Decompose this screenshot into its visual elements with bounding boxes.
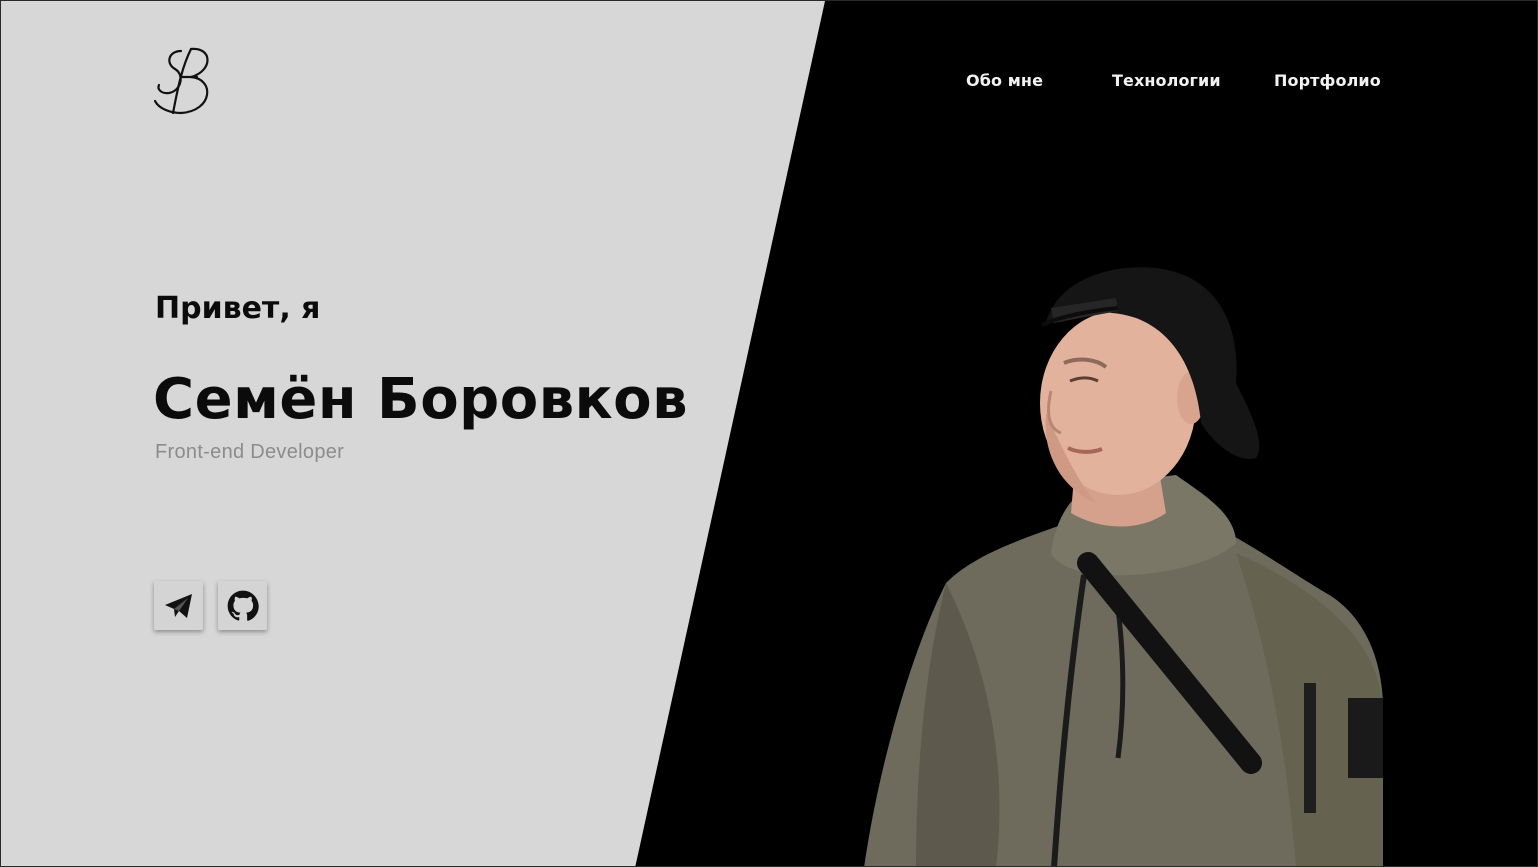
main-nav: Обо мне Технологии Портфолио — [901, 71, 1421, 95]
hero-role: Front-end Developer — [155, 441, 345, 463]
logo-monogram-icon — [153, 47, 209, 115]
telegram-button[interactable] — [154, 581, 203, 630]
hero-name: Семён Боровков — [153, 367, 689, 432]
nav-link-technologies[interactable]: Технологии — [1112, 71, 1221, 90]
nav-link-portfolio[interactable]: Портфолио — [1274, 71, 1381, 90]
light-panel — [1, 1, 825, 866]
github-button[interactable] — [218, 581, 267, 630]
nav-link-about[interactable]: Обо мне — [966, 71, 1043, 90]
page: Обо мне Технологии Портфолио Привет, я С… — [0, 0, 1538, 867]
github-icon — [227, 590, 259, 621]
hero-greeting: Привет, я — [155, 291, 321, 326]
telegram-icon — [164, 593, 192, 618]
logo[interactable] — [151, 41, 217, 121]
portrait-photo — [856, 263, 1386, 866]
